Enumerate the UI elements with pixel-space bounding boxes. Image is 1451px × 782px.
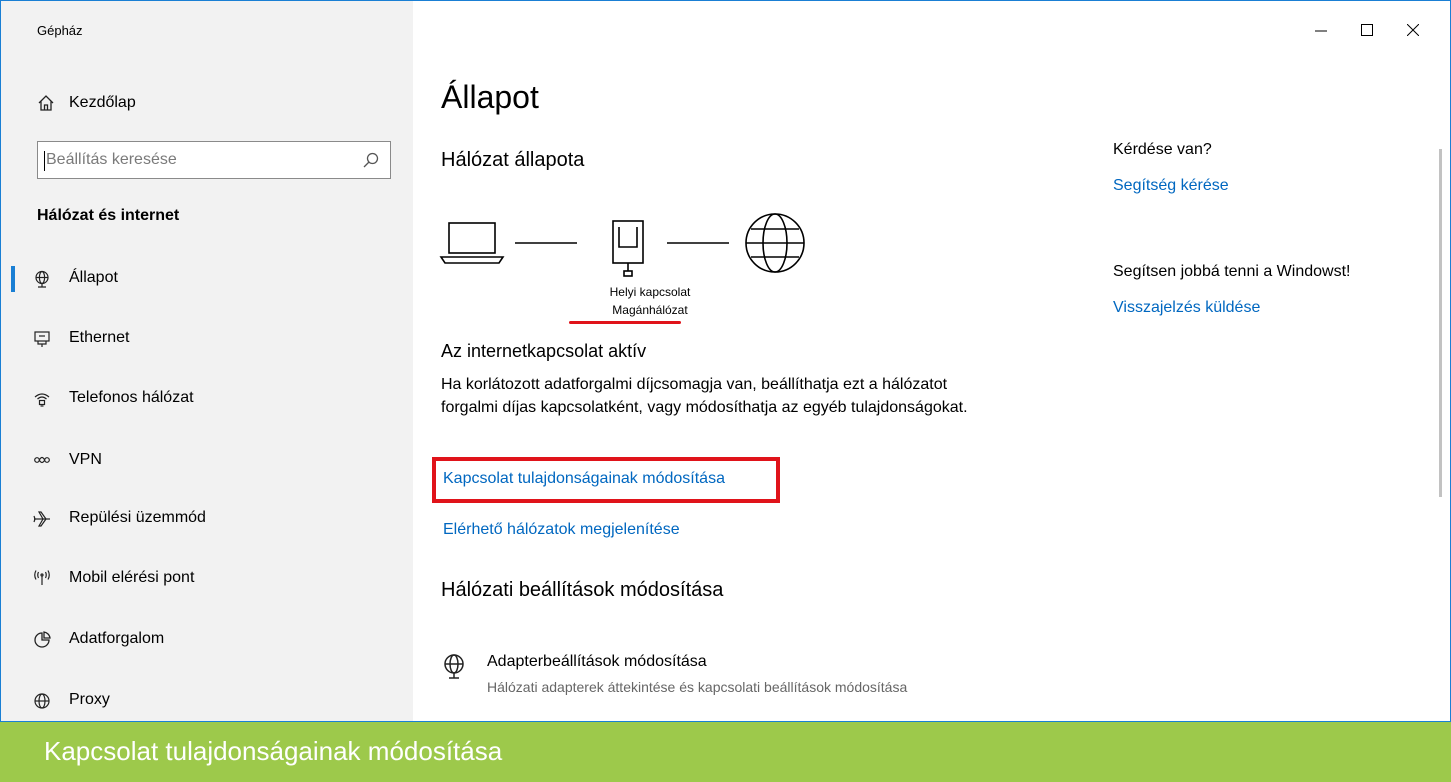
text-caret xyxy=(44,151,45,171)
sidebar-item-ethernet[interactable]: Ethernet xyxy=(1,317,413,361)
proxy-globe-icon xyxy=(31,691,53,711)
sidebar-home[interactable]: Kezdőlap xyxy=(37,87,377,119)
help-question: Kérdése van? xyxy=(1113,141,1212,158)
main-content: Állapot Hálózat állapota Helyi kapcsolat… xyxy=(413,1,1450,721)
sidebar-item-label: Adatforgalom xyxy=(69,630,165,647)
status-title: Az internetkapcsolat aktív xyxy=(441,341,647,361)
improve-windows-text: Segítsen jobbá tenni a Windowst! xyxy=(1113,263,1351,280)
connection-label: Helyi kapcsolat Magánhálózat xyxy=(595,283,705,319)
sidebar-item-label: Ethernet xyxy=(69,329,130,346)
globe-network-icon xyxy=(31,269,53,289)
sidebar-item-vpn[interactable]: VPN xyxy=(1,439,413,483)
window-title: Gépház xyxy=(37,23,83,38)
home-icon xyxy=(37,94,59,112)
adapter-settings-subtitle: Hálózati adapterek áttekintése és kapcso… xyxy=(487,679,908,695)
sidebar-item-hotspot[interactable]: Mobil elérési pont xyxy=(1,557,413,601)
sidebar-item-label: Repülési üzemmód xyxy=(69,509,206,526)
settings-window: Gépház Kezdőlap Hálózat és internet xyxy=(0,0,1451,722)
globe-icon xyxy=(745,213,805,273)
maximize-button[interactable] xyxy=(1344,15,1390,45)
search-icon[interactable] xyxy=(362,151,380,174)
sidebar-item-label: VPN xyxy=(69,451,102,468)
adapter-settings-item[interactable]: Adapterbeállítások módosítása Hálózati a… xyxy=(441,649,1041,699)
network-diagram: Helyi kapcsolat Magánhálózat xyxy=(435,207,825,327)
sidebar-item-data-usage[interactable]: Adatforgalom xyxy=(1,618,413,662)
page-title: Állapot xyxy=(441,79,539,115)
adapter-settings-title: Adapterbeállítások módosítása xyxy=(487,653,707,670)
sidebar-item-airplane[interactable]: Repülési üzemmód xyxy=(1,497,413,541)
sidebar-home-label: Kezdőlap xyxy=(69,94,136,111)
ethernet-icon xyxy=(31,329,53,349)
sidebar-item-dialup[interactable]: Telefonos hálózat xyxy=(1,377,413,421)
connection-type: Magánhálózat xyxy=(612,303,688,317)
sidebar-section-title: Hálózat és internet xyxy=(37,207,180,224)
sidebar: Gépház Kezdőlap Hálózat és internet xyxy=(1,1,413,721)
network-diagram-graphic xyxy=(439,213,805,277)
sidebar-item-status[interactable]: Állapot xyxy=(1,257,413,301)
caption-text: Kapcsolat tulajdonságainak módosítása xyxy=(44,736,503,766)
vpn-icon xyxy=(31,451,53,471)
laptop-icon xyxy=(439,222,505,264)
show-available-networks-link[interactable]: Elérhető hálózatok megjelenítése xyxy=(443,521,680,539)
change-connection-properties-link[interactable]: Kapcsolat tulajdonságainak módosítása xyxy=(443,470,725,488)
scrollbar[interactable] xyxy=(1439,149,1442,497)
close-button[interactable] xyxy=(1390,15,1436,45)
sidebar-item-label: Telefonos hálózat xyxy=(69,389,194,406)
search-box[interactable] xyxy=(37,141,391,179)
search-input[interactable] xyxy=(38,143,348,177)
airplane-icon xyxy=(31,509,53,529)
send-feedback-link[interactable]: Visszajelzés küldése xyxy=(1113,299,1260,317)
close-icon xyxy=(1407,24,1419,36)
sidebar-item-proxy[interactable]: Proxy xyxy=(1,679,413,721)
data-usage-icon xyxy=(31,630,53,650)
hotspot-icon xyxy=(31,569,53,589)
minimize-icon xyxy=(1315,30,1327,32)
network-adapter-icon xyxy=(441,653,467,686)
dialup-icon xyxy=(31,389,53,409)
sidebar-item-label: Mobil elérési pont xyxy=(69,569,195,586)
minimize-button[interactable] xyxy=(1298,15,1344,45)
sidebar-item-label: Proxy xyxy=(69,691,110,708)
router-icon xyxy=(612,220,644,277)
caption-bar: Kapcsolat tulajdonságainak módosítása xyxy=(0,722,1451,782)
red-underline-annotation xyxy=(569,321,681,324)
get-help-link[interactable]: Segítség kérése xyxy=(1113,177,1229,195)
status-description: Ha korlátozott adatforgalmi díjcsomagja … xyxy=(441,376,968,416)
maximize-icon xyxy=(1361,24,1373,36)
change-settings-heading: Hálózati beállítások módosítása xyxy=(441,579,724,601)
selection-indicator xyxy=(11,266,15,292)
sidebar-item-label: Állapot xyxy=(69,269,118,286)
network-status-heading: Hálózat állapota xyxy=(441,149,585,171)
connection-name: Helyi kapcsolat xyxy=(609,285,691,299)
